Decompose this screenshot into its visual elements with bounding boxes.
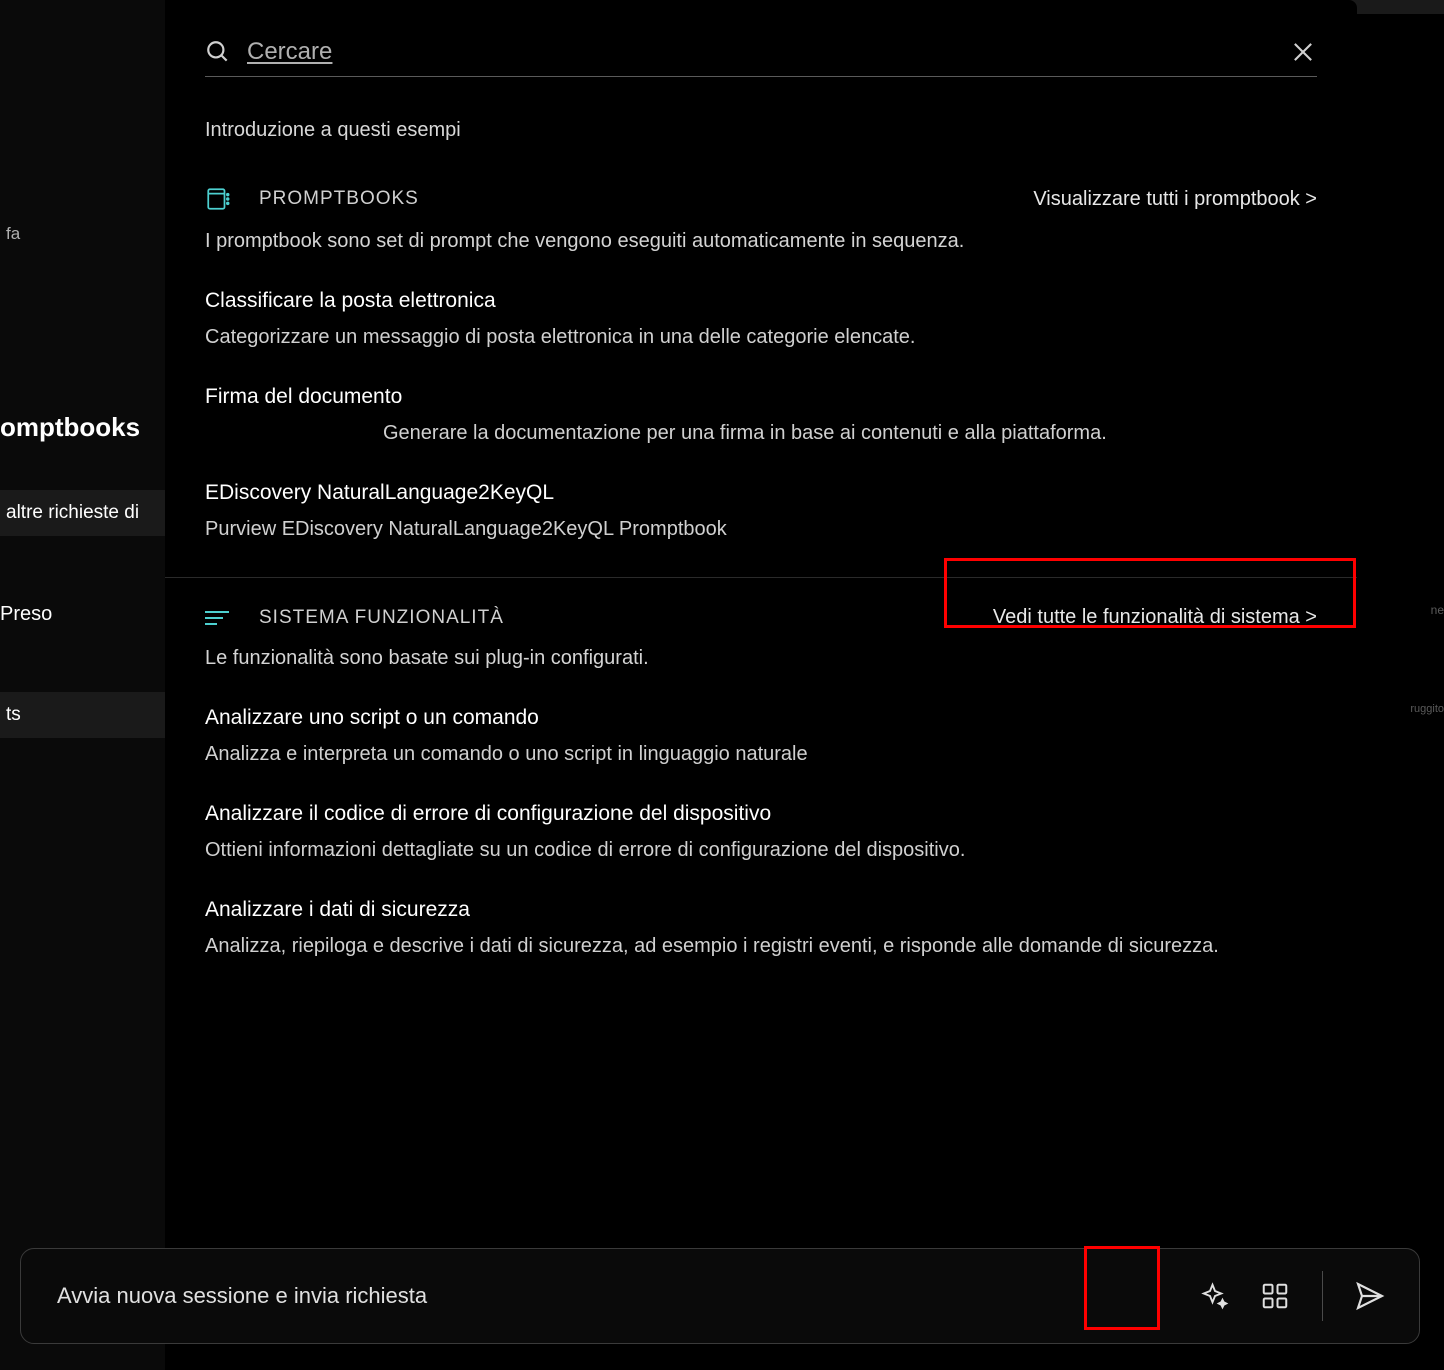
main-panel: Introduzione a questi esempi PROMPTBOOKS… xyxy=(165,0,1357,968)
promptbooks-header: PROMPTBOOKS Visualizzare tutti i promptb… xyxy=(205,186,1317,212)
system-title: SISTEMA FUNZIONALITÀ xyxy=(259,607,504,629)
item-desc: Categorizzare un messaggio di posta elet… xyxy=(205,323,1317,351)
send-button[interactable] xyxy=(1347,1273,1393,1319)
item-desc: Analizza e interpreta un comando o uno s… xyxy=(205,740,1317,768)
sidebar: fa omptbooks altre richieste di Preso ts xyxy=(0,0,165,1370)
item-title: Analizzare il codice di errore di config… xyxy=(205,802,1317,826)
apps-button[interactable] xyxy=(1252,1273,1298,1319)
system-item[interactable]: Analizzare il codice di errore di config… xyxy=(205,802,1317,864)
search-row xyxy=(205,38,1317,77)
prompt-input[interactable]: Avvia nuova sessione e invia richiesta xyxy=(57,1283,1192,1309)
system-desc: Le funzionalità sono basate sui plug-in … xyxy=(205,647,1317,670)
prompt-bar: Avvia nuova sessione e invia richiesta xyxy=(20,1248,1420,1344)
system-item[interactable]: Analizzare uno script o un comando Anali… xyxy=(205,706,1317,768)
sidebar-preso-label: Preso xyxy=(0,603,52,626)
sidebar-item-altre[interactable]: altre richieste di xyxy=(0,490,165,536)
system-item[interactable]: Analizzare i dati di sicurezza Analizza,… xyxy=(205,898,1317,960)
promptbooks-title: PROMPTBOOKS xyxy=(259,188,419,210)
view-all-promptbooks-link[interactable]: Visualizzare tutti i promptbook > xyxy=(1033,188,1317,211)
search-icon xyxy=(205,39,231,65)
right-fragment-ruggito: ruggito xyxy=(1410,703,1444,715)
promptbook-item[interactable]: EDiscovery NaturalLanguage2KeyQL Purview… xyxy=(205,481,1317,543)
send-icon xyxy=(1354,1280,1386,1312)
item-desc: Analizza, riepiloga e descrive i dati di… xyxy=(205,932,1317,960)
item-desc: Ottieni informazioni dettagliate su un c… xyxy=(205,836,1317,864)
item-title: Classificare la posta elettronica xyxy=(205,289,1317,313)
system-header: SISTEMA FUNZIONALITÀ Vedi tutte le funzi… xyxy=(205,606,1317,629)
sidebar-fragment-fa: fa xyxy=(0,218,26,250)
promptbook-item[interactable]: Firma del documento Generare la document… xyxy=(205,385,1317,447)
item-title: Firma del documento xyxy=(205,385,1317,409)
item-desc: Generare la documentazione per una firma… xyxy=(205,419,1317,447)
item-title: Analizzare uno script o un comando xyxy=(205,706,1317,730)
section-divider xyxy=(165,577,1357,578)
promptbooks-desc: I promptbook sono set di prompt che veng… xyxy=(205,230,1317,253)
sparkle-button[interactable] xyxy=(1192,1273,1238,1319)
sparkle-icon xyxy=(1200,1281,1230,1311)
close-icon[interactable] xyxy=(1289,38,1317,66)
item-desc: Purview EDiscovery NaturalLanguage2KeyQL… xyxy=(205,515,1317,543)
apps-icon xyxy=(1260,1281,1290,1311)
view-all-system-link[interactable]: Vedi tutte le funzionalità di sistema > xyxy=(993,606,1317,629)
prompt-divider xyxy=(1322,1271,1323,1321)
right-fragment-ne: ne xyxy=(1431,603,1444,617)
intro-text: Introduzione a questi esempi xyxy=(205,119,1317,142)
item-title: Analizzare i dati di sicurezza xyxy=(205,898,1317,922)
sidebar-promptbooks-label: omptbooks xyxy=(0,412,140,443)
promptbook-item[interactable]: Classificare la posta elettronica Catego… xyxy=(205,289,1317,351)
search-input[interactable] xyxy=(247,38,1277,66)
list-icon xyxy=(205,611,231,625)
sidebar-item-ts[interactable]: ts xyxy=(0,692,165,738)
item-title: EDiscovery NaturalLanguage2KeyQL xyxy=(205,481,1317,505)
book-icon xyxy=(205,186,231,212)
